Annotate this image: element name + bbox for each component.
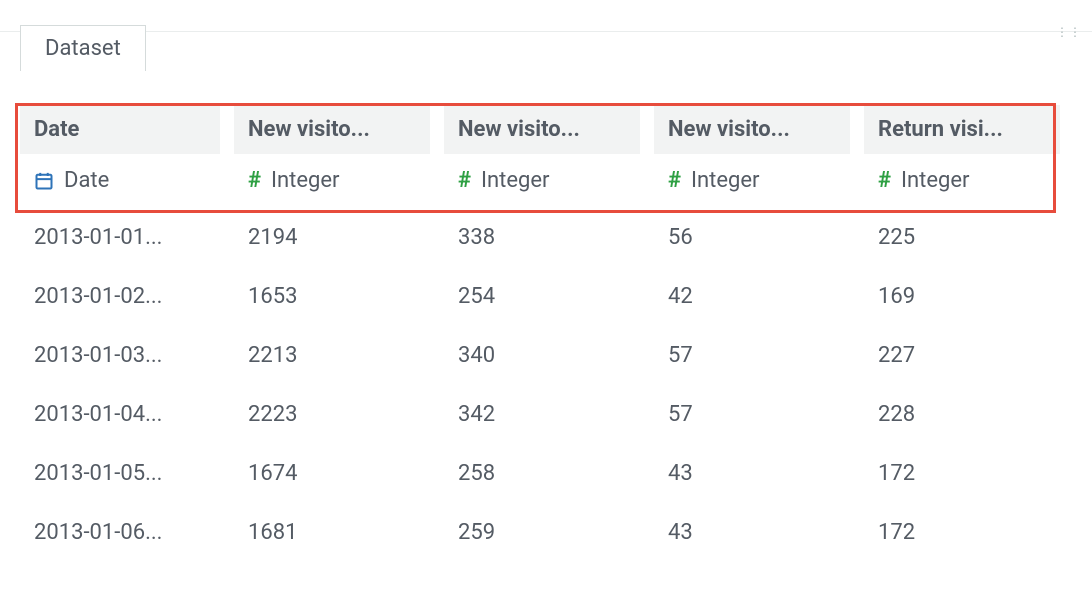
column-header-label: Date: [34, 117, 79, 142]
cell-date[interactable]: 2013-01-04...: [20, 394, 220, 435]
table-row: 2013-01-03... 2213 340 57 227 2: [20, 335, 1072, 376]
cell-date[interactable]: 2013-01-01...: [20, 217, 220, 258]
cell-text: 338: [458, 225, 495, 250]
cell-date[interactable]: 2013-01-03...: [20, 335, 220, 376]
cell-text: 57: [668, 343, 693, 368]
tab-label: Dataset: [45, 36, 121, 61]
cell-value[interactable]: 172: [864, 453, 1060, 494]
cell-value[interactable]: 42: [654, 276, 850, 317]
column-type-label: Integer: [481, 168, 549, 193]
column-type-integer[interactable]: # Integer: [234, 162, 430, 199]
column-header-label: Return visi...: [878, 117, 1003, 142]
cell-value[interactable]: 2194: [234, 217, 430, 258]
cell-date[interactable]: 2013-01-05...: [20, 453, 220, 494]
cell-value[interactable]: 338: [444, 217, 640, 258]
cell-text: 43: [668, 461, 693, 486]
cell-text: 42: [668, 284, 693, 309]
hash-icon: #: [878, 168, 891, 193]
cell-text: 259: [458, 520, 495, 545]
column-header-date[interactable]: Date: [20, 105, 220, 154]
column-type-integer[interactable]: # Integer: [864, 162, 1060, 199]
cell-text: 227: [878, 343, 915, 368]
cell-text: 1681: [248, 520, 297, 545]
cell-text: 2194: [248, 225, 297, 250]
cell-value[interactable]: 259: [444, 512, 640, 553]
tab-bar: Dataset: [20, 25, 1072, 71]
cell-value: 2013-01-06...: [34, 520, 162, 545]
column-type-label: Date: [64, 168, 109, 193]
cell-value[interactable]: 43: [654, 512, 850, 553]
column-type-integer[interactable]: # Integer: [444, 162, 640, 199]
calendar-icon: [34, 171, 54, 191]
cell-text: 2213: [248, 343, 297, 368]
column-header-new-visitors-1[interactable]: New visito...: [234, 105, 430, 154]
cell-value[interactable]: 2223: [234, 394, 430, 435]
cell-value: 2013-01-03...: [34, 343, 162, 368]
cell-value[interactable]: 169: [864, 276, 1060, 317]
column-header-return-visitors[interactable]: Return visi...: [864, 105, 1060, 154]
cell-value: 2013-01-01...: [34, 225, 162, 250]
cell-text: 172: [878, 520, 915, 545]
cell-text: 342: [458, 402, 495, 427]
hash-icon: #: [668, 168, 681, 193]
cell-value[interactable]: 56: [654, 217, 850, 258]
column-header-label: New visito...: [458, 117, 580, 142]
table-row: 2013-01-04... 2223 342 57 228 0: [20, 394, 1072, 435]
table-row: 2013-01-01... 2194 338 56 225 1: [20, 217, 1072, 258]
cell-value: 2013-01-04...: [34, 402, 162, 427]
cell-text: 169: [878, 284, 915, 309]
cell-text: 225: [878, 225, 915, 250]
cell-value[interactable]: 225: [864, 217, 1060, 258]
cell-text: 254: [458, 284, 495, 309]
column-type-label: Integer: [901, 168, 969, 193]
cell-text: 1674: [248, 461, 297, 486]
hash-icon: #: [248, 168, 261, 193]
column-header-new-visitors-2[interactable]: New visito...: [444, 105, 640, 154]
cell-text: 340: [458, 343, 495, 368]
tab-dataset[interactable]: Dataset: [20, 25, 146, 71]
hash-icon: #: [458, 168, 471, 193]
cell-value: 2013-01-02...: [34, 284, 162, 309]
cell-value[interactable]: 1674: [234, 453, 430, 494]
column-type-integer[interactable]: # Integer: [654, 162, 850, 199]
table-row: 2013-01-02... 1653 254 42 169 0: [20, 276, 1072, 317]
cell-value[interactable]: 1681: [234, 512, 430, 553]
cell-text: 43: [668, 520, 693, 545]
cell-date[interactable]: 2013-01-02...: [20, 276, 220, 317]
column-header-label: New visito...: [668, 117, 790, 142]
column-type-label: Integer: [691, 168, 759, 193]
table-row: 2013-01-05... 1674 258 43 172 0: [20, 453, 1072, 494]
cell-value[interactable]: 172: [864, 512, 1060, 553]
cell-text: 57: [668, 402, 693, 427]
cell-value[interactable]: 57: [654, 394, 850, 435]
table-row: 2013-01-06... 1681 259 43 172 0: [20, 512, 1072, 553]
data-table: Date New visito... New visito... New vis…: [20, 71, 1072, 553]
cell-value[interactable]: 2213: [234, 335, 430, 376]
cell-text: 172: [878, 461, 915, 486]
cell-text: 2223: [248, 402, 297, 427]
cell-value[interactable]: 254: [444, 276, 640, 317]
column-header-label: New visito...: [248, 117, 370, 142]
cell-value[interactable]: 342: [444, 394, 640, 435]
cell-value[interactable]: 228: [864, 394, 1060, 435]
column-type-label: Integer: [271, 168, 339, 193]
dataset-panel: Dataset Date New visito... New visito...…: [0, 25, 1092, 553]
cell-date[interactable]: 2013-01-06...: [20, 512, 220, 553]
cell-value[interactable]: 340: [444, 335, 640, 376]
cell-value[interactable]: 258: [444, 453, 640, 494]
column-type-date[interactable]: Date: [20, 162, 220, 199]
cell-value[interactable]: 57: [654, 335, 850, 376]
cell-text: 56: [668, 225, 693, 250]
cell-value[interactable]: 43: [654, 453, 850, 494]
column-header-new-visitors-3[interactable]: New visito...: [654, 105, 850, 154]
cell-text: 228: [878, 402, 915, 427]
cell-text: 1653: [248, 284, 297, 309]
cell-value: 2013-01-05...: [34, 461, 162, 486]
cell-text: 258: [458, 461, 495, 486]
cell-value[interactable]: 227: [864, 335, 1060, 376]
table-type-row: Date # Integer # Integer # Integer # Int…: [20, 162, 1072, 199]
cell-value[interactable]: 1653: [234, 276, 430, 317]
table-header-row: Date New visito... New visito... New vis…: [20, 71, 1072, 154]
